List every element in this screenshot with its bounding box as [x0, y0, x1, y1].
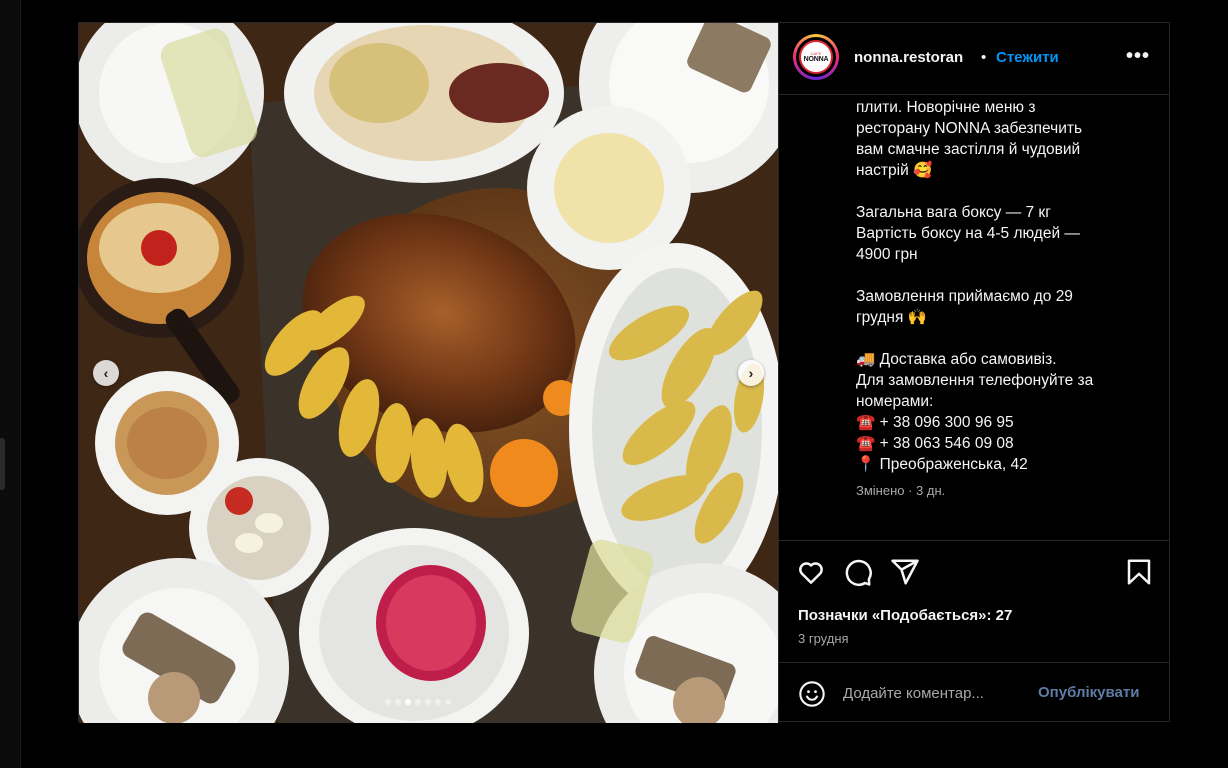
heart-icon[interactable]	[796, 557, 826, 587]
edited-timestamp: Змінено · 3 дн.	[856, 483, 946, 498]
caption-line: номерами:	[856, 393, 934, 410]
share-icon[interactable]	[890, 557, 920, 587]
caption-line: ресторану NONNA забезпечить	[856, 120, 1083, 137]
post-caption: плити. Новорічне меню з ресторану NONNA з…	[856, 97, 1156, 475]
side-handle[interactable]	[0, 438, 5, 490]
username-link[interactable]: nonna.restoran	[854, 49, 963, 66]
caption-line: 4900 грн	[856, 246, 918, 263]
caption-line: ☎️ + 38 063 546 09 08	[856, 435, 1014, 452]
likes-count[interactable]: Позначки «Подобається»: 27	[798, 607, 1012, 624]
slide-dot	[425, 699, 431, 705]
chevron-right-icon: ›	[748, 365, 754, 381]
post-dialog: ‹ › CAFE NONNA nonna.restoran • Стежити …	[78, 22, 1170, 723]
emoji-icon[interactable]	[798, 680, 826, 708]
slide-dot	[405, 699, 411, 705]
caption-line: вам смачне застілля й чудовий	[856, 141, 1081, 158]
comment-input[interactable]	[843, 683, 1013, 703]
post-header: CAFE NONNA nonna.restoran • Стежити •••	[779, 23, 1170, 95]
food-table-photo	[79, 23, 778, 723]
separator-dot: •	[981, 49, 987, 66]
more-options-icon[interactable]: •••	[1126, 45, 1150, 68]
next-slide-button[interactable]: ›	[738, 360, 764, 386]
comment-icon[interactable]	[843, 557, 873, 587]
caption-line: ☎️ + 38 096 300 96 95	[856, 414, 1014, 431]
avatar[interactable]: CAFE NONNA	[793, 34, 839, 80]
restaurant-logo: CAFE NONNA	[799, 40, 833, 74]
publish-button[interactable]: Опублікувати	[1038, 684, 1139, 701]
caption-line: 🚚 Доставка або самовивіз.	[856, 351, 1057, 368]
slide-dot	[445, 699, 451, 705]
caption-line: Загальна вага боксу — 7 кг	[856, 204, 1051, 221]
slide-indicator	[385, 699, 451, 705]
comment-bar: Опублікувати	[779, 662, 1170, 722]
follow-button[interactable]: Стежити	[996, 49, 1059, 66]
browser-left-strip	[0, 0, 21, 768]
post-actions: Позначки «Подобається»: 27 3 грудня	[779, 540, 1170, 663]
caption-line: настрій 🥰	[856, 162, 933, 179]
post-sidebar: CAFE NONNA nonna.restoran • Стежити ••• …	[778, 23, 1170, 721]
caption-line: грудня 🙌	[856, 309, 927, 326]
slide-dot	[435, 699, 441, 705]
caption-line: Вартість боксу на 4-5 людей —	[856, 225, 1080, 242]
caption-line: 📍 Преображенська, 42	[856, 456, 1028, 473]
bookmark-icon[interactable]	[1124, 557, 1154, 587]
prev-slide-button[interactable]: ‹	[93, 360, 119, 386]
chevron-left-icon: ‹	[103, 365, 109, 381]
post-date: 3 грудня	[798, 631, 849, 646]
slide-dot	[395, 699, 401, 705]
slide-dot	[385, 699, 391, 705]
post-media[interactable]: ‹ ›	[79, 23, 778, 723]
caption-line: Замовлення приймаємо до 29	[856, 288, 1073, 305]
caption-line: плити. Новорічне меню з	[856, 99, 1036, 116]
slide-dot	[415, 699, 421, 705]
caption-line: Для замовлення телефонуйте за	[856, 372, 1094, 389]
